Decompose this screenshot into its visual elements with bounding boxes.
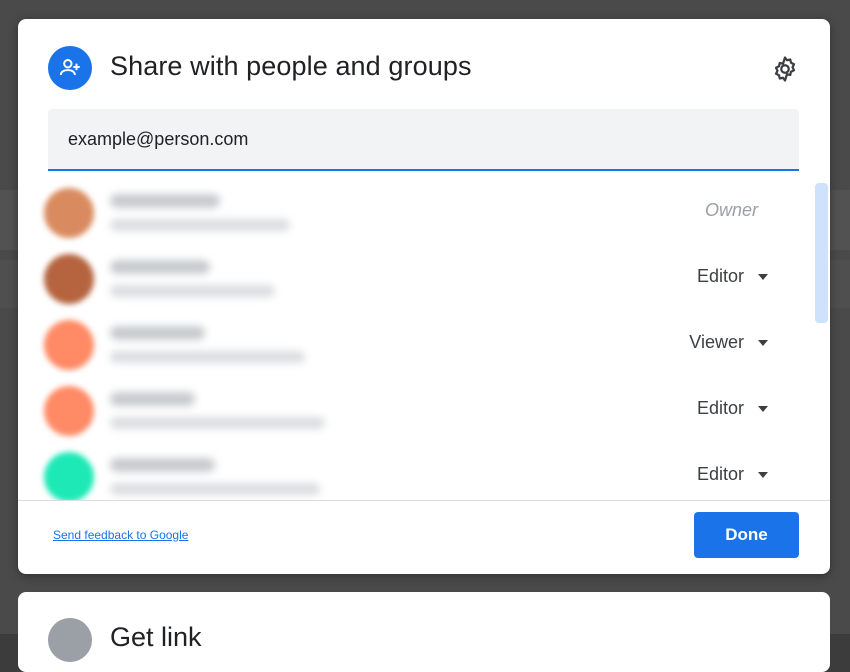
person-email-redacted (110, 351, 305, 363)
avatar (44, 188, 94, 238)
caret-down-icon (758, 405, 768, 412)
caret-down-icon (758, 273, 768, 280)
person-name-redacted (110, 458, 215, 472)
role-text: Editor (696, 398, 744, 418)
add-people-field (48, 109, 799, 171)
avatar (44, 452, 94, 500)
role-dropdown[interactable]: Viewer (689, 332, 768, 353)
person-name-redacted (110, 260, 210, 274)
get-link-title: Get link (110, 622, 202, 652)
avatar (44, 254, 94, 304)
dialog-header: Share with people and groups (48, 46, 800, 90)
gear-icon[interactable] (770, 54, 800, 84)
link-icon (48, 618, 92, 662)
role-text: Editor (696, 266, 744, 286)
role-text: Viewer (689, 332, 744, 352)
people-list: Owner Editor Viewer Editor Editor (18, 182, 812, 500)
avatar (44, 386, 94, 436)
person-add-icon (48, 46, 92, 90)
person-email-redacted (110, 483, 320, 495)
get-link-dialog: Get link (18, 592, 830, 672)
add-people-input[interactable] (48, 109, 799, 169)
person-email-redacted (110, 219, 290, 231)
role-label-owner: Owner (705, 200, 758, 221)
role-dropdown[interactable]: Editor (697, 266, 768, 287)
person-row: Owner (44, 182, 784, 248)
avatar (44, 320, 94, 370)
done-button[interactable]: Done (694, 512, 799, 558)
person-email-redacted (110, 285, 275, 297)
role-dropdown[interactable]: Editor (697, 398, 768, 419)
send-feedback-link[interactable]: Send feedback to Google (53, 528, 188, 542)
dialog-title: Share with people and groups (110, 51, 472, 81)
caret-down-icon (758, 471, 768, 478)
role-text: Editor (696, 464, 744, 484)
role-text: Owner (704, 200, 758, 220)
person-name-redacted (110, 194, 220, 208)
role-dropdown[interactable]: Editor (697, 464, 768, 485)
person-name-redacted (110, 326, 205, 340)
person-row: Editor (44, 446, 784, 500)
person-row: Editor (44, 248, 784, 314)
footer-divider (18, 500, 830, 501)
caret-down-icon (758, 339, 768, 346)
person-row: Editor (44, 380, 784, 446)
person-name-redacted (110, 392, 195, 406)
people-list-scrollbar[interactable] (815, 183, 828, 323)
person-row: Viewer (44, 314, 784, 380)
share-dialog: Share with people and groups Owner Edito… (18, 19, 830, 574)
person-email-redacted (110, 417, 325, 429)
